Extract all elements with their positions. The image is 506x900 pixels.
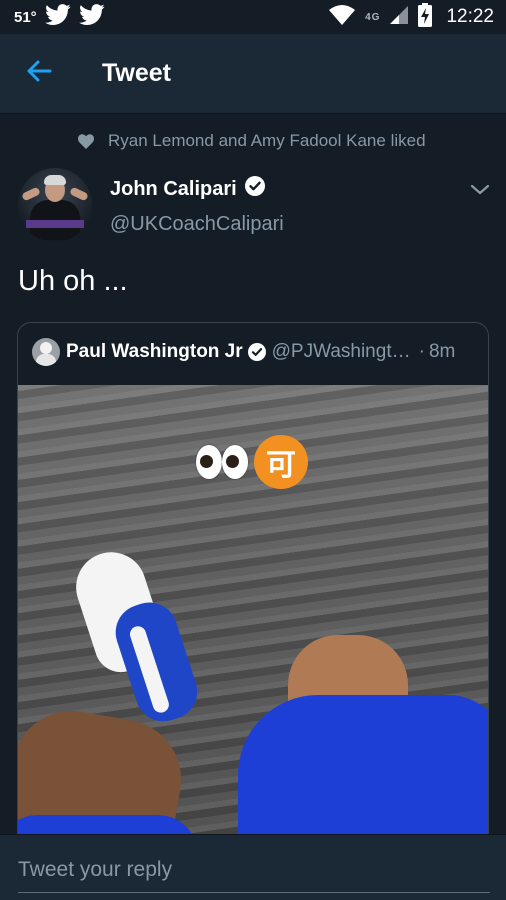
- social-context-text: Ryan Lemond and Amy Fadool Kane liked: [108, 131, 426, 150]
- tweet-text: Uh oh ...: [18, 265, 128, 297]
- social-context[interactable]: Ryan Lemond and Amy Fadool Kane liked: [0, 128, 506, 154]
- back-button[interactable]: [0, 34, 78, 114]
- arrow-left-icon: [26, 59, 52, 88]
- emoji-overlay: 可: [196, 435, 308, 489]
- author-handle[interactable]: @UKCoachCalipari: [110, 213, 284, 236]
- clock: 12:22: [446, 6, 494, 27]
- reply-input[interactable]: [18, 847, 490, 893]
- quoted-author-name: Paul Washington Jr: [66, 341, 243, 362]
- author-name: John Calipari: [110, 177, 237, 200]
- avatar[interactable]: [18, 168, 92, 242]
- status-bar: 51° 4G 12:22: [0, 0, 506, 34]
- app-bar: Tweet: [0, 34, 506, 114]
- author-name-row[interactable]: John Calipari: [110, 176, 265, 202]
- chevron-down-icon[interactable]: [468, 178, 492, 202]
- twitter-icon: [78, 3, 105, 31]
- quoted-tweet-header: Paul Washington Jr @PJWashingt… · 8m: [32, 337, 478, 367]
- status-right: 4G 12:22: [329, 2, 494, 32]
- heart-icon: [78, 133, 94, 149]
- page-title: Tweet: [102, 59, 171, 87]
- separator-dot: ·: [418, 341, 425, 362]
- quoted-timestamp: 8m: [428, 341, 456, 362]
- quoted-tweet[interactable]: Paul Washington Jr @PJWashingt… · 8m 可: [17, 322, 489, 862]
- quoted-author-handle: @PJWashingt…: [271, 341, 411, 362]
- quoted-video[interactable]: 可: [18, 385, 488, 861]
- wifi-icon: [329, 4, 356, 30]
- eyes-emoji-icon: [222, 445, 248, 479]
- eyes-emoji-icon: [196, 445, 222, 479]
- status-left: 51°: [14, 3, 329, 31]
- quoted-avatar: [32, 338, 60, 366]
- tweet-author: John Calipari @UKCoachCalipari: [18, 168, 492, 244]
- temperature: 51°: [14, 8, 37, 26]
- reply-bar: [0, 834, 506, 900]
- acceptable-emoji-icon: 可: [254, 435, 308, 489]
- verified-badge-icon: [247, 343, 266, 361]
- verified-badge-icon: [244, 176, 265, 202]
- battery-charging-icon: [418, 2, 433, 32]
- twitter-icon: [44, 3, 71, 31]
- signal-icon: [390, 5, 409, 29]
- network-type: 4G: [365, 11, 381, 23]
